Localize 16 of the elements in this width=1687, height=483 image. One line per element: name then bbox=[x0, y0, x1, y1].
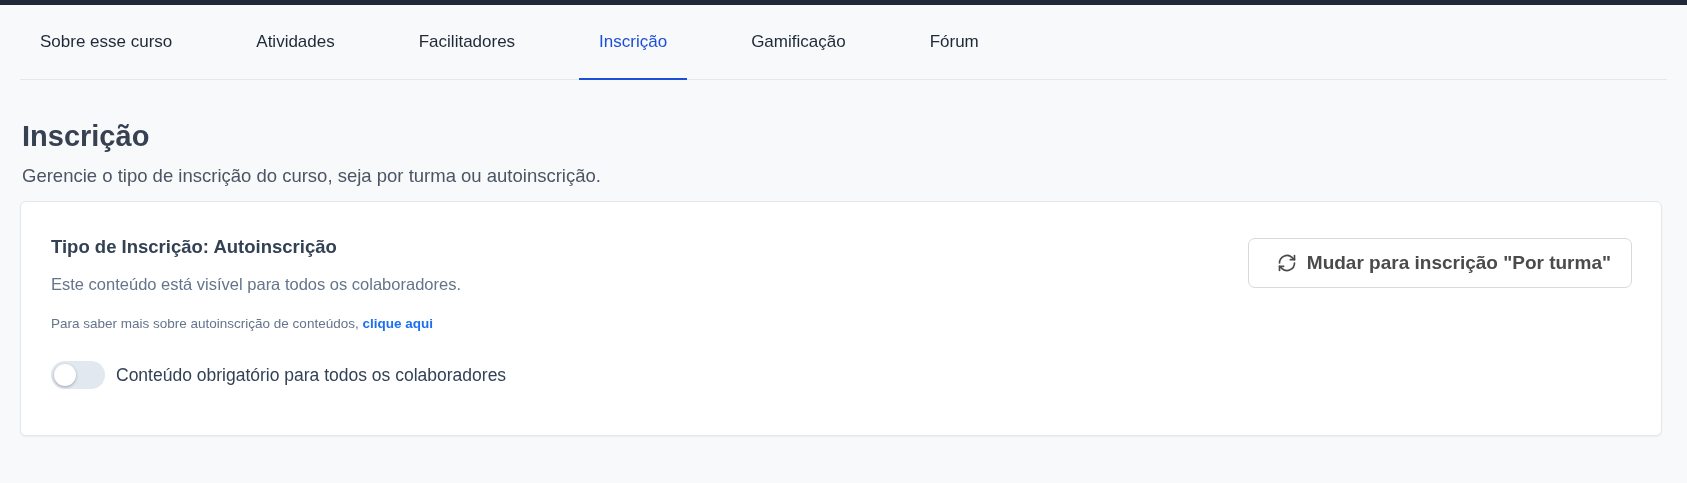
tab[interactable]: Inscrição bbox=[579, 5, 688, 80]
page-subtitle: Gerencie o tipo de inscrição do curso, seja por turma ou autoinscrição. bbox=[22, 165, 602, 187]
tab[interactable]: Atividades bbox=[236, 5, 355, 80]
tab[interactable]: Sobre esse curso bbox=[20, 5, 193, 80]
card-title: Tipo de Inscrição: Autoinscrição bbox=[51, 236, 338, 258]
tab[interactable]: Fórum bbox=[909, 5, 999, 80]
refresh-icon bbox=[1276, 253, 1297, 273]
tab[interactable]: Gamificação bbox=[731, 5, 866, 80]
card-description: Este conteúdo está visível para todos os colaboradores. bbox=[51, 275, 462, 294]
toggle-label: Conteúdo obrigatório para todos os colaboradores bbox=[116, 364, 507, 386]
tab[interactable]: Facilitadores bbox=[398, 5, 536, 80]
switch-enrollment-button[interactable]: Mudar para inscrição "Por turma" bbox=[1247, 238, 1632, 288]
page-heading: Inscrição bbox=[22, 120, 151, 153]
help-link[interactable]: clique aqui bbox=[362, 316, 433, 331]
help-text: Para saber mais sobre autoinscrição de conteúdos, clique aqui bbox=[51, 316, 434, 331]
toggle-switch[interactable] bbox=[51, 361, 105, 389]
